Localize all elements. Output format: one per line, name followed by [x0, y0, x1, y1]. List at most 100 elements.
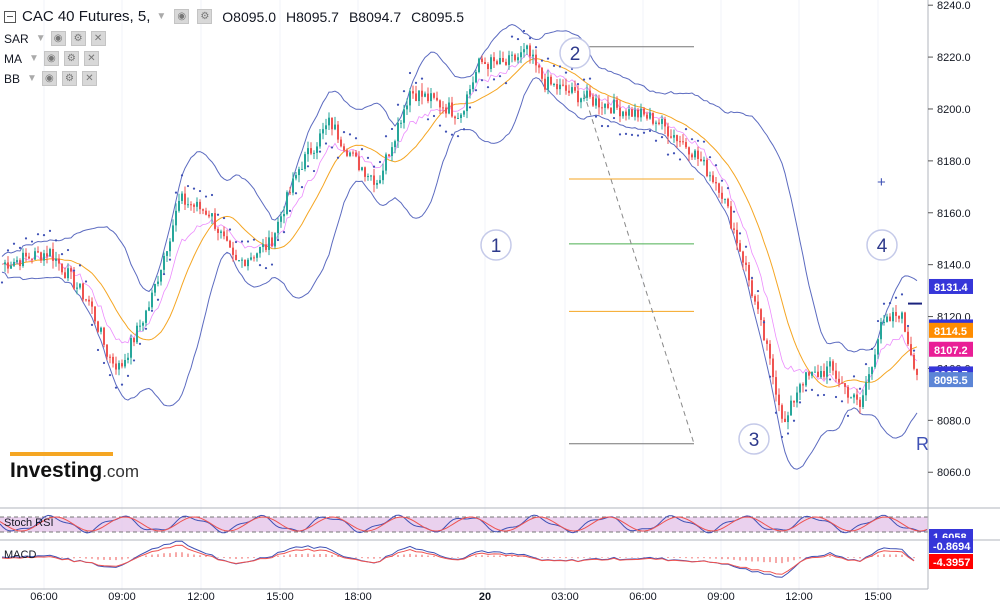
candle-body: [229, 240, 231, 248]
candle-body: [748, 264, 750, 281]
sar-dot: [450, 133, 454, 136]
candle-body: [418, 90, 420, 102]
eye-icon[interactable]: ◉: [50, 31, 66, 46]
indicator-row-ma[interactable]: MA ▼ ◉ ⚙ ✕: [4, 51, 99, 66]
sar-dot: [636, 134, 640, 137]
candle-body: [907, 331, 909, 345]
candle-body: [865, 382, 867, 396]
fibonacci-drawing: [569, 46, 695, 445]
candle-body: [253, 257, 255, 259]
candle-body: [895, 312, 897, 316]
close-icon[interactable]: ✕: [81, 71, 97, 86]
candle-body: [571, 87, 573, 93]
sar-dot: [150, 309, 154, 312]
candle-body: [73, 271, 75, 289]
sar-dot: [258, 264, 262, 267]
sar-dot: [384, 135, 388, 138]
gear-icon[interactable]: ⚙: [70, 31, 86, 46]
candle-body: [331, 117, 333, 130]
candle-body: [484, 62, 486, 65]
candle-body: [406, 105, 408, 110]
chevron-down-icon[interactable]: ▼: [29, 53, 39, 64]
sar-dot: [318, 150, 322, 153]
candle-body: [370, 175, 372, 177]
sar-dot: [132, 359, 136, 362]
candle-body: [799, 384, 801, 393]
ohlc-high: H8095.7: [286, 8, 339, 25]
chevron-down-icon[interactable]: ▼: [27, 73, 37, 84]
candle-body: [226, 236, 228, 241]
candle-body: [898, 315, 900, 319]
candle-body: [610, 107, 612, 114]
candle-body: [613, 99, 615, 114]
collapse-icon[interactable]: [4, 10, 16, 23]
time-tick-label: 09:00: [108, 591, 136, 603]
eye-icon[interactable]: ◉: [41, 71, 57, 86]
candle-body: [109, 356, 111, 358]
sar-dot: [396, 103, 400, 106]
candle-body: [376, 182, 378, 185]
sar-dot: [516, 37, 520, 41]
candle-body: [235, 254, 237, 261]
sar-dot: [264, 266, 268, 270]
sar-dot: [408, 71, 412, 75]
gear-icon[interactable]: ⚙: [61, 71, 77, 86]
candle-body: [742, 251, 744, 263]
chevron-down-icon[interactable]: ▼: [36, 33, 46, 44]
candle-body: [850, 397, 852, 399]
candle-body: [205, 210, 207, 215]
candle-body: [337, 124, 339, 140]
candle-body: [28, 256, 30, 259]
candle-body: [148, 307, 150, 311]
sar-dot: [726, 187, 730, 190]
candle-body: [910, 344, 912, 356]
candle-body: [637, 109, 639, 118]
candle-body: [529, 45, 531, 57]
chevron-down-icon[interactable]: ▼: [156, 11, 166, 22]
sar-dot: [678, 158, 682, 161]
gear-icon[interactable]: ⚙: [63, 51, 79, 66]
candle-body: [676, 135, 678, 142]
candle-body: [193, 204, 195, 207]
symbol-title: CAC 40 Futures, 5,: [22, 8, 151, 25]
candle-body: [511, 54, 513, 56]
close-icon[interactable]: ✕: [83, 51, 99, 66]
candle-body: [520, 52, 522, 58]
sar-dot: [126, 374, 130, 377]
candle-body: [379, 180, 381, 183]
close-icon[interactable]: ✕: [90, 31, 106, 46]
candle-body: [157, 281, 159, 284]
candle-body: [166, 251, 168, 256]
candle-body: [415, 93, 417, 102]
candle-body: [7, 262, 9, 269]
candle-body: [232, 247, 234, 255]
sar-dot: [486, 86, 490, 89]
candle-body: [712, 175, 714, 183]
candle-body: [586, 90, 588, 98]
candle-body: [526, 45, 528, 50]
price-label-text: 8131.4: [934, 282, 969, 294]
candle-body: [880, 322, 882, 340]
indicator-row-sar[interactable]: SAR ▼ ◉ ⚙ ✕: [4, 31, 106, 46]
candle-body: [112, 356, 114, 364]
chart-grid: [0, 0, 1000, 590]
indicator-row-bb[interactable]: BB ▼ ◉ ⚙ ✕: [4, 71, 97, 86]
candle-body: [568, 90, 570, 93]
candle-body: [523, 49, 525, 53]
eye-icon[interactable]: ◉: [43, 51, 59, 66]
sar-dot: [852, 375, 856, 378]
r-label: R: [916, 434, 929, 454]
candle-body: [181, 193, 183, 201]
candle-body: [292, 178, 294, 193]
candle-body: [835, 370, 837, 379]
bollinger-lower: [1, 77, 918, 470]
candle-body: [655, 122, 657, 124]
stoch-rsi-label: Stoch RSI: [4, 517, 54, 529]
candle-body: [634, 109, 636, 117]
gear-icon[interactable]: ⚙: [197, 9, 213, 24]
candle-body: [691, 154, 693, 158]
sar-dot: [816, 394, 820, 397]
sar-dot: [390, 127, 394, 131]
candle-body: [184, 193, 186, 205]
eye-icon[interactable]: ◉: [174, 9, 190, 24]
